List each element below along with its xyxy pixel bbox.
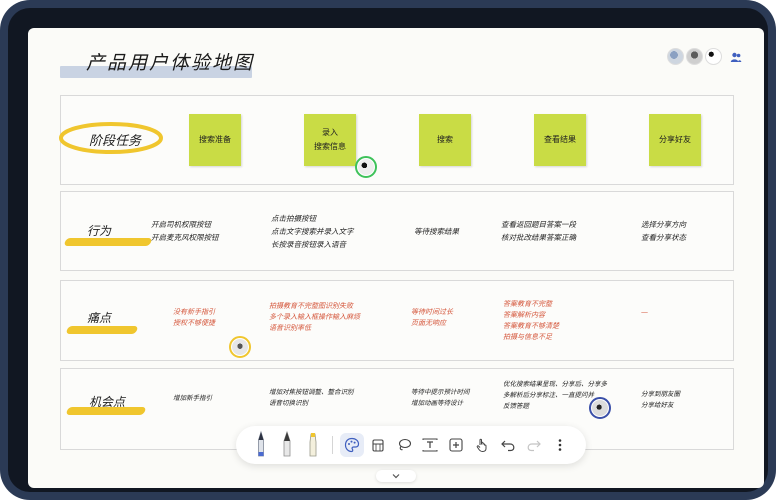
chevron-down-icon xyxy=(392,474,400,479)
toolbar-collapse-button[interactable] xyxy=(376,470,416,482)
palette-icon[interactable] xyxy=(340,433,364,457)
tablet-bezel: 产品用户体验地图 阶段任务 搜索准备 录入 搜索信息 搜索 查看结果 分享好友 … xyxy=(8,8,768,492)
row-label: 行为 xyxy=(87,224,112,238)
opportunity-cell: 增加新手指引 xyxy=(173,394,212,402)
undo-icon[interactable] xyxy=(496,433,520,457)
lasso-icon[interactable] xyxy=(392,433,416,457)
action-cell: 选择分享方向 查看分享状态 xyxy=(641,220,686,242)
label-highlight xyxy=(65,326,139,334)
toolbar-divider xyxy=(332,436,333,454)
hand-icon[interactable] xyxy=(470,433,494,457)
action-row: 行为 开启司机权限按钮 开启麦克风权限按钮 点击拍摄按钮 点击文字搜索并录入文字… xyxy=(60,191,734,271)
action-cell: 开启司机权限按钮 开启麦克风权限按钮 xyxy=(151,220,219,242)
pain-cell: 等待时间过长 页面无响应 xyxy=(411,308,453,327)
pain-cell: — xyxy=(641,308,648,316)
collaborator-avatar[interactable] xyxy=(686,48,703,65)
stage-row: 阶段任务 搜索准备 录入 搜索信息 搜索 查看结果 分享好友 xyxy=(59,95,734,185)
pain-cell: 答案教育不完整 答案解析内容 答案教育不够清楚 拍摄与信息不足 xyxy=(503,300,559,341)
pain-cell: 没有新手指引 授权不够便捷 xyxy=(173,308,215,327)
fountain-pen-icon[interactable] xyxy=(249,430,273,457)
text-box-icon[interactable] xyxy=(418,433,442,457)
action-cell: 查看返回题目答案一段 核对批改结果答案正确 xyxy=(501,220,576,242)
sticky-note[interactable]: 查看结果 xyxy=(534,114,586,166)
collaborator-cursor xyxy=(229,336,251,358)
row-label: 痛点 xyxy=(87,311,112,325)
board-title: 产品用户体验地图 xyxy=(86,52,255,74)
sticky-note[interactable]: 搜索准备 xyxy=(189,114,241,166)
sticky-note[interactable]: 搜索 xyxy=(419,114,471,166)
collaborator-cursor xyxy=(355,156,377,178)
pain-row: 痛点 没有新手指引 授权不够便捷 拍摄教育不完整图识别失败 多个录入输入框操作输… xyxy=(60,280,734,361)
tablet-frame: 产品用户体验地图 阶段任务 搜索准备 录入 搜索信息 搜索 查看结果 分享好友 … xyxy=(0,0,776,500)
sticky-note[interactable]: 录入 搜索信息 xyxy=(304,114,356,166)
drawing-toolbar xyxy=(236,426,586,464)
more-icon[interactable] xyxy=(548,433,572,457)
row-label: 阶段任务 xyxy=(89,134,142,149)
opportunity-cell: 增加对焦按钮调整、整合识别 语音切换识别 xyxy=(269,388,354,407)
collaborator-avatar[interactable] xyxy=(705,48,722,65)
label-highlight xyxy=(63,238,153,246)
collaborators-bar xyxy=(667,48,744,65)
redo-icon[interactable] xyxy=(522,433,546,457)
add-icon[interactable] xyxy=(444,433,468,457)
row-label: 机会点 xyxy=(89,395,126,409)
pencil-icon[interactable] xyxy=(275,430,299,457)
action-cell: 点击拍摄按钮 点击文字搜索并录入文字 长按录音按钮录入语音 xyxy=(271,214,354,249)
sticky-note[interactable]: 分享好友 xyxy=(649,114,701,166)
pain-cell: 拍摄教育不完整图识别失败 多个录入输入框操作输入麻烦 语音识别率低 xyxy=(269,302,360,332)
action-cell: 等待搜索结果 xyxy=(414,227,459,236)
eraser-icon[interactable] xyxy=(366,433,390,457)
opportunity-cell: 等待中提示预计时间 增加动画等待设计 xyxy=(411,388,470,407)
collaborators-icon[interactable] xyxy=(728,49,744,65)
whiteboard-canvas[interactable]: 产品用户体验地图 阶段任务 搜索准备 录入 搜索信息 搜索 查看结果 分享好友 … xyxy=(28,28,764,488)
collaborator-cursor xyxy=(589,397,611,419)
opportunity-cell: 分享到朋友圈 分享给好友 xyxy=(641,390,680,409)
collaborator-avatar[interactable] xyxy=(667,48,684,65)
highlighter-icon[interactable] xyxy=(301,433,325,457)
